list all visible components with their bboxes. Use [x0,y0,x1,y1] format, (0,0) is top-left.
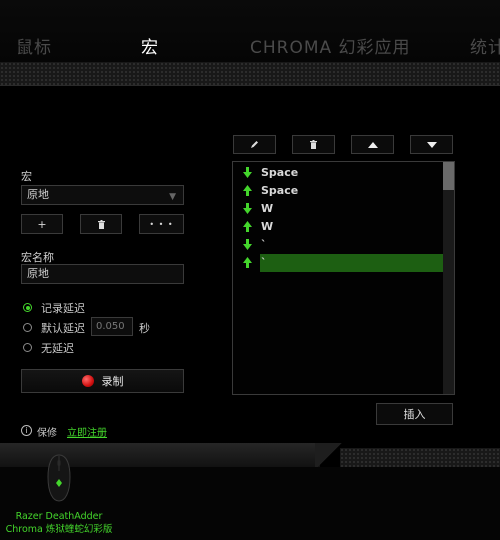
tab-chroma-apps[interactable]: CHROMA 幻彩应用 [250,33,411,58]
default-delay-value: 0.050 [96,321,125,332]
event-key: W [261,220,274,233]
move-down-button[interactable] [410,135,453,154]
macro-event-list[interactable]: Space Space W W ` ` [232,161,455,395]
default-delay-radio[interactable] [23,323,32,332]
key-down-arrow-icon [243,203,252,214]
list-item[interactable]: ` [233,236,443,254]
device-name-line1: Razer DeathAdder [15,511,103,522]
insert-label: 插入 [403,408,426,421]
dropdown-arrow-icon: ▼ [169,192,176,202]
delete-event-button[interactable] [292,135,335,154]
list-item[interactable]: Space [233,182,443,200]
scrollbar-thumb[interactable] [443,162,454,190]
record-button[interactable]: 录制 [21,369,184,393]
default-delay-label: 默认延迟 [41,322,85,335]
list-item[interactable]: Space [233,164,443,182]
event-key: Space [261,166,299,179]
tab-stats[interactable]: 统计 [470,33,500,58]
event-key: Space [261,184,299,197]
record-label: 录制 [101,375,124,388]
device-name-line2: Chroma 炼狱蝰蛇幻彩版 [5,524,113,535]
header-texture-band [0,62,500,86]
macro-select-value: 原地 [27,188,49,201]
insert-button[interactable]: 插入 [376,403,453,425]
register-now-link[interactable]: 立即注册 [67,424,107,439]
triangle-up-icon [367,141,378,148]
mouse-device-icon[interactable] [45,453,73,503]
pencil-icon [251,141,258,148]
key-down-arrow-icon [243,239,252,250]
triangle-down-icon [426,141,437,148]
list-item[interactable]: W [233,200,443,218]
macro-select[interactable]: 原地 ▼ [21,185,184,205]
macro-name-label: 宏名称 [21,251,54,264]
macro-name-value: 原地 [27,267,49,280]
trash-icon [97,219,105,229]
event-key: ` [261,238,267,251]
add-macro-label: + [37,217,47,231]
list-item-selected[interactable]: ` [233,254,443,272]
macro-section-label: 宏 [21,170,32,183]
macro-name-input[interactable]: 原地 [21,264,184,284]
record-delay-label: 记录延迟 [41,302,85,315]
info-icon: i [21,425,32,436]
no-delay-label: 无延迟 [41,342,74,355]
edit-event-button[interactable] [233,135,276,154]
key-down-arrow-icon [243,167,252,178]
list-scrollbar[interactable] [443,162,454,394]
footer-band-right [340,448,500,467]
device-name: Razer DeathAdder Chroma 炼狱蝰蛇幻彩版 [0,510,118,536]
selection-highlight [260,254,443,272]
delay-unit-label: 秒 [139,322,150,335]
tab-mouse[interactable]: 鼠标 [16,33,52,58]
event-key: ` [261,256,267,269]
default-delay-input[interactable]: 0.050 [91,317,133,336]
key-up-arrow-icon [243,221,252,232]
key-up-arrow-icon [243,257,252,268]
footer-texture-band [0,443,500,467]
record-delay-radio[interactable] [23,303,32,312]
list-item[interactable]: W [233,218,443,236]
delete-macro-button[interactable] [80,214,122,234]
add-macro-button[interactable]: + [21,214,63,234]
more-options-label: • • • [149,219,174,229]
event-key: W [261,202,274,215]
more-options-button[interactable]: • • • [139,214,184,234]
warranty-label: 保修 [37,428,57,439]
top-nav: 鼠标 宏 CHROMA 幻彩应用 统计 [0,0,500,62]
no-delay-radio[interactable] [23,343,32,352]
key-up-arrow-icon [243,185,252,196]
tab-macro[interactable]: 宏 [141,33,159,58]
record-icon [81,375,94,387]
trash-icon [310,140,317,149]
move-up-button[interactable] [351,135,394,154]
